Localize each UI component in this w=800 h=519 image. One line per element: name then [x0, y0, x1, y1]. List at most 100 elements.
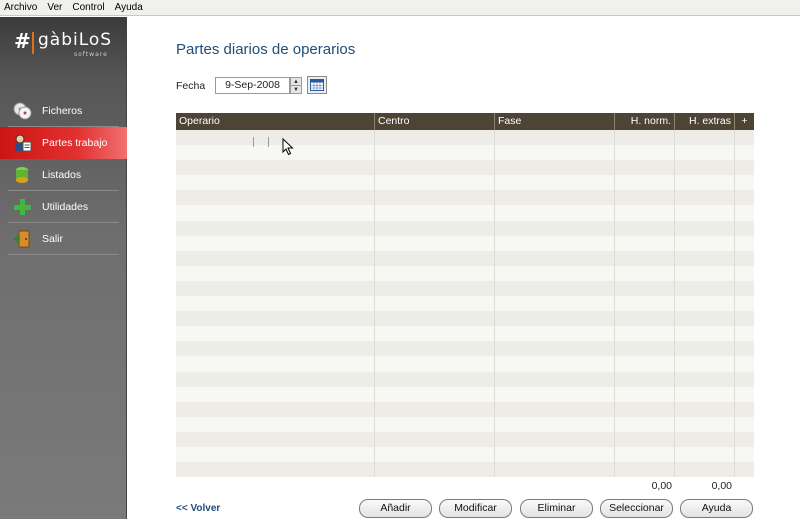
- table-cell[interactable]: [615, 145, 675, 161]
- table-cell[interactable]: [176, 265, 375, 281]
- table-cell[interactable]: [375, 431, 495, 447]
- table-cell[interactable]: [675, 250, 735, 266]
- menu-control[interactable]: Control: [72, 2, 104, 13]
- table-row[interactable]: [176, 130, 754, 146]
- table-cell[interactable]: [675, 130, 735, 146]
- table-cell[interactable]: [495, 341, 615, 357]
- table-cell[interactable]: [675, 235, 735, 251]
- table-cell[interactable]: [615, 205, 675, 221]
- table-cell[interactable]: [735, 205, 754, 220]
- table-cell[interactable]: [375, 341, 495, 357]
- table-cell[interactable]: [495, 130, 615, 146]
- table-cell[interactable]: [675, 341, 735, 357]
- table-cell[interactable]: [615, 462, 675, 478]
- sidebar-item-ficheros[interactable]: Ficheros: [0, 95, 127, 127]
- table-cell[interactable]: [495, 311, 615, 327]
- table-cell[interactable]: [735, 296, 754, 311]
- col-h-extras[interactable]: H. extras: [675, 113, 735, 130]
- table-cell[interactable]: [375, 235, 495, 251]
- table-cell[interactable]: [375, 145, 495, 161]
- table-row[interactable]: [176, 462, 754, 478]
- table-row[interactable]: [176, 296, 754, 312]
- table-cell[interactable]: [176, 431, 375, 447]
- table-cell[interactable]: [176, 386, 375, 402]
- table-cell[interactable]: [176, 250, 375, 266]
- table-cell[interactable]: [176, 205, 375, 221]
- table-cell[interactable]: [375, 160, 495, 176]
- table-cell[interactable]: [176, 296, 375, 312]
- table-row[interactable]: [176, 220, 754, 236]
- table-row[interactable]: [176, 371, 754, 387]
- table-cell[interactable]: [495, 280, 615, 297]
- table-cell[interactable]: [675, 220, 735, 236]
- table-cell[interactable]: [615, 371, 675, 387]
- table-cell[interactable]: [176, 416, 375, 432]
- table-cell[interactable]: [615, 280, 675, 297]
- partes-table[interactable]: Operario Centro Fase H. norm. H. extras …: [176, 113, 754, 495]
- table-cell[interactable]: [735, 432, 754, 447]
- table-cell[interactable]: [735, 341, 754, 356]
- table-cell[interactable]: [735, 402, 754, 417]
- table-cell[interactable]: [176, 235, 375, 251]
- table-row[interactable]: [176, 235, 754, 251]
- table-cell[interactable]: [176, 280, 375, 297]
- table-cell[interactable]: [735, 190, 754, 205]
- table-cell[interactable]: [675, 446, 735, 463]
- col-h-norm[interactable]: H. norm.: [615, 113, 675, 130]
- table-cell[interactable]: [675, 205, 735, 221]
- menu-ver[interactable]: Ver: [47, 2, 62, 13]
- table-cell[interactable]: [615, 356, 675, 372]
- spin-down-icon[interactable]: ▼: [291, 86, 301, 93]
- table-cell[interactable]: [675, 356, 735, 372]
- table-cell[interactable]: [615, 250, 675, 266]
- table-row[interactable]: [176, 446, 754, 463]
- table-cell[interactable]: [615, 341, 675, 357]
- spin-up-icon[interactable]: ▲: [291, 78, 301, 86]
- table-cell[interactable]: [675, 462, 735, 478]
- table-row[interactable]: [176, 431, 754, 447]
- calendar-button[interactable]: [307, 76, 327, 94]
- table-cell[interactable]: [495, 235, 615, 251]
- table-cell[interactable]: [176, 401, 375, 417]
- table-cell[interactable]: [675, 145, 735, 161]
- table-cell[interactable]: [495, 416, 615, 432]
- table-cell[interactable]: [176, 130, 375, 146]
- table-cell[interactable]: [675, 386, 735, 402]
- col-operario[interactable]: Operario: [176, 113, 375, 130]
- table-cell[interactable]: [176, 220, 375, 236]
- table-cell[interactable]: [495, 296, 615, 312]
- table-cell[interactable]: [375, 462, 495, 478]
- table-cell[interactable]: [495, 205, 615, 221]
- table-row[interactable]: [176, 311, 754, 327]
- modificar-button[interactable]: Modificar: [439, 499, 512, 518]
- table-cell[interactable]: [375, 401, 495, 417]
- table-cell[interactable]: [375, 296, 495, 312]
- table-cell[interactable]: [176, 175, 375, 191]
- table-cell[interactable]: [176, 145, 375, 161]
- table-cell[interactable]: [615, 265, 675, 281]
- sidebar-item-salir[interactable]: Salir: [0, 223, 127, 255]
- table-row[interactable]: [176, 265, 754, 281]
- fecha-input[interactable]: 9-Sep-2008: [215, 77, 290, 94]
- sidebar-item-listados[interactable]: Listados: [0, 159, 127, 191]
- table-cell[interactable]: [495, 371, 615, 387]
- table-cell[interactable]: [735, 236, 754, 251]
- table-row[interactable]: [176, 341, 754, 357]
- table-row[interactable]: [176, 356, 754, 372]
- table-cell[interactable]: [495, 220, 615, 236]
- table-row[interactable]: [176, 326, 754, 342]
- table-cell[interactable]: [495, 250, 615, 266]
- table-cell[interactable]: [735, 372, 754, 387]
- fecha-spinner[interactable]: ▲ ▼: [290, 77, 302, 94]
- table-cell[interactable]: [615, 401, 675, 417]
- table-row[interactable]: [176, 160, 754, 176]
- table-cell[interactable]: [675, 160, 735, 176]
- table-cell[interactable]: [675, 416, 735, 432]
- table-cell[interactable]: [375, 280, 495, 297]
- table-cell[interactable]: [735, 145, 754, 160]
- ayuda-button[interactable]: Ayuda: [680, 499, 753, 518]
- table-cell[interactable]: [735, 266, 754, 281]
- table-cell[interactable]: [735, 387, 754, 402]
- table-cell[interactable]: [176, 462, 375, 478]
- table-cell[interactable]: [615, 431, 675, 447]
